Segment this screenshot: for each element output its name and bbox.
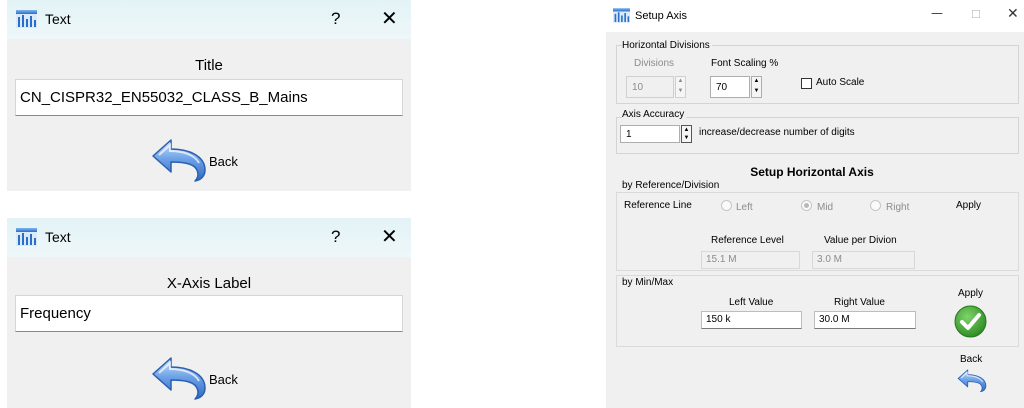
section-heading: Setup Horizontal Axis — [750, 165, 874, 179]
title-bar: Text ? ✕ — [7, 218, 411, 257]
font-scaling-label: Font Scaling % — [711, 58, 779, 69]
group-label: Horizontal Divisions — [622, 40, 712, 51]
back-button-label[interactable]: Back — [960, 354, 982, 365]
auto-scale-label: Auto Scale — [816, 77, 865, 88]
axis-accuracy-hint: increase/decrease number of digits — [699, 127, 855, 138]
dialog-heading: Title — [195, 57, 223, 74]
xaxis-label-dialog: Text ? ✕ X-Axis Label Frequency Back — [7, 218, 411, 408]
title-dialog: Text ? ✕ Title CN_CISPR32_EN55032_CLASS_… — [7, 0, 411, 191]
radio-left-label: Left — [736, 202, 753, 213]
minimize-button[interactable]: — — [931, 6, 943, 20]
back-arrow-icon[interactable] — [956, 367, 988, 393]
apply-check-icon[interactable] — [954, 305, 987, 338]
xaxis-label-input[interactable]: Frequency — [15, 295, 403, 332]
setup-axis-window: Setup Axis — ☐ ✕ Horizontal Divisions Di… — [606, 0, 1024, 408]
left-value-label: Left Value — [729, 297, 774, 308]
window-title: Setup Axis — [635, 10, 687, 22]
axis-accuracy-spinbox[interactable]: 1 — [620, 125, 680, 143]
close-button[interactable]: ✕ — [381, 6, 398, 30]
back-arrow-icon[interactable] — [149, 354, 209, 400]
apply-minmax-label: Apply — [958, 288, 984, 299]
right-value-input[interactable]: 30.0 M — [814, 311, 916, 329]
group-label: by Min/Max — [622, 277, 676, 288]
value-per-division-label: Value per Divion — [824, 235, 897, 246]
radio-mid[interactable] — [801, 200, 812, 211]
divisions-stepper[interactable]: ▲ ▼ — [675, 76, 686, 98]
app-icon — [16, 10, 37, 28]
radio-right-label: Right — [886, 202, 910, 213]
reference-level-label: Reference Level — [711, 235, 784, 246]
radio-right[interactable] — [870, 200, 881, 211]
close-button[interactable]: ✕ — [381, 224, 398, 248]
font-scaling-spinbox[interactable]: 70 — [710, 76, 750, 98]
close-button[interactable]: ✕ — [1007, 6, 1019, 22]
axis-accuracy-stepper[interactable]: ▲ ▼ — [681, 125, 692, 143]
dialog-heading: X-Axis Label — [166, 275, 252, 292]
radio-left[interactable] — [721, 200, 732, 211]
app-icon — [16, 228, 37, 246]
title-input[interactable]: CN_CISPR32_EN55032_CLASS_B_Mains — [15, 79, 403, 116]
window-title: Text — [45, 229, 71, 245]
divisions-label: Divisions — [634, 58, 675, 69]
app-icon — [613, 8, 630, 23]
apply-reference-button[interactable]: Apply — [956, 200, 981, 211]
help-button[interactable]: ? — [331, 9, 340, 29]
help-button[interactable]: ? — [331, 227, 340, 247]
back-button-label[interactable]: Back — [209, 154, 238, 169]
title-bar: Text ? ✕ — [7, 0, 411, 39]
title-bar: Setup Axis — ☐ ✕ — [606, 0, 1024, 32]
divisions-spinbox[interactable]: 10 — [626, 76, 674, 98]
group-label: Axis Accuracy — [622, 109, 687, 120]
reference-line-label: Reference Line — [624, 200, 692, 211]
value-per-division-field[interactable]: 3.0 M — [812, 251, 915, 269]
maximize-button[interactable]: ☐ — [971, 8, 981, 21]
back-button-label[interactable]: Back — [209, 372, 238, 387]
font-scaling-stepper[interactable]: ▲ ▼ — [751, 76, 762, 98]
left-value-input[interactable]: 150 k — [701, 311, 802, 329]
auto-scale-checkbox[interactable] — [801, 78, 812, 89]
window-title: Text — [45, 11, 71, 27]
right-value-label: Right Value — [834, 297, 885, 308]
radio-mid-label: Mid — [817, 202, 834, 213]
by-reference-label: by Reference/Division — [622, 180, 720, 191]
back-arrow-icon[interactable] — [149, 136, 209, 182]
reference-level-field[interactable]: 15.1 M — [701, 251, 800, 269]
